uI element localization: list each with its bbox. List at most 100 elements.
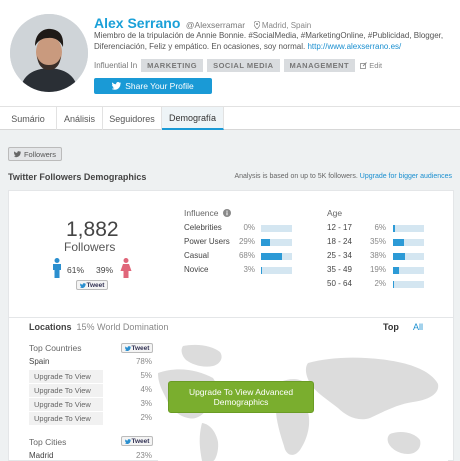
- tweet-button[interactable]: Tweet: [76, 280, 108, 290]
- upgrade-audience-link[interactable]: Upgrade for bigger audiences: [360, 173, 452, 180]
- twitter-bird-icon: [13, 150, 21, 157]
- location-text: Madrid, Spain: [261, 21, 312, 30]
- upgrade-to-view-row[interactable]: Upgrade To View: [29, 370, 103, 383]
- bio-link[interactable]: http://www.alexserrano.es/: [307, 42, 401, 51]
- analysis-note: Analysis is based on up to 5K followers.…: [234, 173, 452, 180]
- edit-icon: [360, 61, 367, 69]
- influence-row-percent: 29%: [238, 237, 255, 246]
- age-row-label: 12 - 17: [327, 223, 352, 232]
- tab-label: Demografía: [168, 112, 217, 123]
- upgrade-to-view-row[interactable]: Upgrade To View: [29, 398, 103, 411]
- age-row-label: 18 - 24: [327, 237, 352, 246]
- location: Madrid, Spain: [253, 20, 312, 30]
- influence-row-bar: [261, 239, 292, 246]
- tab-demografia[interactable]: Demografía: [162, 107, 224, 130]
- country-pct: 4%: [140, 385, 152, 394]
- country-pct: 5%: [140, 371, 152, 380]
- top-toggle[interactable]: Top: [383, 322, 399, 332]
- upgrade-to-view-row[interactable]: Upgrade To View: [29, 412, 103, 425]
- age-row-bar-fill: [393, 239, 404, 246]
- influence-row-label: Celebrities: [184, 223, 222, 232]
- age-row-bar: [393, 225, 424, 232]
- tab-sumario[interactable]: Sumário: [0, 107, 57, 130]
- info-icon[interactable]: [222, 209, 231, 217]
- tweet-label: Tweet: [131, 437, 150, 445]
- country-pct: 78%: [135, 357, 152, 366]
- twitter-bird-icon: [79, 282, 86, 288]
- tab-label: Análisis: [63, 113, 95, 124]
- tweet-label: Tweet: [131, 344, 150, 352]
- share-profile-button[interactable]: Share Your Profile: [94, 78, 212, 94]
- tag-marketing[interactable]: MARKETING: [141, 58, 204, 72]
- age-row-bar: [393, 267, 424, 274]
- male-percent: 61%: [67, 265, 85, 275]
- upgrade-to-view-row[interactable]: Upgrade To View: [29, 384, 103, 397]
- followers-count-label: Followers: [64, 240, 116, 254]
- age-row-percent: 2%: [374, 279, 386, 288]
- top-countries-heading: Top Countries: [29, 343, 82, 353]
- top-cities-heading: Top Cities: [29, 437, 67, 447]
- age-row-percent: 19%: [369, 265, 386, 274]
- all-toggle[interactable]: All: [413, 322, 423, 332]
- name-row: Alex Serrano @Alexserramar Madrid, Spain: [94, 15, 311, 31]
- analysis-text: Analysis is based on up to 5K followers.: [234, 173, 358, 180]
- avatar-photo: [10, 14, 88, 92]
- avatar[interactable]: [10, 14, 88, 92]
- country-pct: 3%: [140, 399, 152, 408]
- tag-social-media[interactable]: SOCIAL MEDIA: [207, 58, 280, 72]
- followers-filter-button[interactable]: Followers: [8, 147, 62, 161]
- profile-header: Alex Serrano @Alexserramar Madrid, Spain…: [0, 0, 460, 102]
- profile-name[interactable]: Alex Serrano: [94, 15, 180, 31]
- influence-row-percent: 3%: [243, 265, 255, 274]
- demographics-title: Twitter Followers Demographics: [8, 172, 147, 182]
- followers-filter-label: Followers: [23, 149, 57, 159]
- influence-row-bar: [261, 225, 292, 232]
- age-row-bar-fill: [393, 281, 394, 288]
- locations-title: Locations 15% World Domination: [29, 322, 168, 332]
- city-pct: 23%: [135, 451, 152, 460]
- locations-title-text: Locations: [29, 322, 72, 332]
- influence-row-percent: 0%: [243, 223, 255, 232]
- twitter-bird-icon: [112, 82, 122, 90]
- upgrade-demographics-button[interactable]: Upgrade To View Advanced Demographics: [168, 381, 314, 413]
- influence-row-label: Casual: [184, 251, 209, 260]
- influence-row-percent: 68%: [238, 251, 255, 260]
- location-pin-icon: [253, 20, 260, 30]
- female-percent: 39%: [96, 265, 114, 275]
- age-row-bar: [393, 281, 424, 288]
- tab-seguidores[interactable]: Seguidores: [103, 107, 162, 130]
- tab-label: Sumário: [11, 113, 45, 124]
- age-row-label: 50 - 64: [327, 279, 352, 288]
- influence-row-bar-fill: [261, 253, 282, 260]
- twitter-bird-icon: [124, 345, 131, 351]
- age-row-percent: 35%: [369, 237, 386, 246]
- twitter-bird-icon: [124, 438, 131, 444]
- edit-link[interactable]: Edit: [360, 61, 382, 70]
- tag-management[interactable]: MANAGEMENT: [283, 58, 356, 72]
- age-heading: Age: [327, 208, 343, 218]
- influential-label: Influential In: [94, 60, 138, 70]
- tab-analisis[interactable]: Análisis: [57, 107, 103, 130]
- age-row-bar-fill: [393, 225, 395, 232]
- age-row-label: 35 - 49: [327, 265, 352, 274]
- influential-in: Influential In MARKETING SOCIAL MEDIA MA…: [94, 58, 382, 72]
- profile-handle: @Alexserramar: [185, 20, 246, 30]
- divider: [8, 317, 454, 318]
- male-icon: [53, 258, 61, 278]
- age-row-bar-fill: [393, 253, 405, 260]
- female-icon: [120, 258, 132, 278]
- influence-heading: Influence: [184, 208, 231, 218]
- tab-bar: Sumário Análisis Seguidores Demografía: [0, 106, 460, 130]
- age-row-percent: 38%: [369, 251, 386, 260]
- share-profile-label: Share Your Profile: [125, 81, 194, 91]
- influence-heading-text: Influence: [184, 208, 219, 218]
- age-row-percent: 6%: [374, 223, 386, 232]
- country-pct: 2%: [140, 413, 152, 422]
- tweet-countries-button[interactable]: Tweet: [121, 343, 153, 353]
- influence-row-bar: [261, 253, 292, 260]
- tab-label: Seguidores: [109, 113, 155, 124]
- influence-row-bar-fill: [261, 267, 262, 274]
- tweet-cities-button[interactable]: Tweet: [121, 436, 153, 446]
- age-row-bar: [393, 239, 424, 246]
- influence-row-label: Novice: [184, 265, 209, 274]
